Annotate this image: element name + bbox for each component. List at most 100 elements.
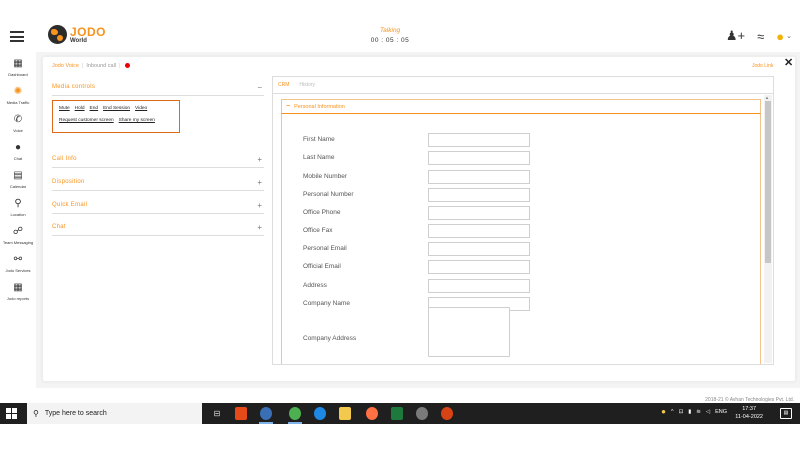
wifi-icon[interactable]: ≋ [696, 409, 701, 415]
nav-item-label: Calendar [9, 184, 27, 189]
globe-icon [48, 25, 67, 44]
media-row-2: Request customer screen Share my screen [59, 118, 173, 123]
teams-icon[interactable] [260, 407, 272, 420]
media-controls-title: Media controls [52, 84, 96, 90]
help-icon[interactable]: ● [661, 407, 666, 416]
vertical-scrollbar[interactable]: ▲ [764, 95, 772, 363]
nav-item[interactable]: ✺ Media Traffic [0, 86, 36, 105]
notification-icon[interactable]: ▤ [780, 408, 792, 419]
services-icon: ⚯ [13, 254, 23, 265]
taskbar-search[interactable]: ⚲ Type here to search [27, 403, 202, 424]
disposition-title: Disposition [52, 179, 85, 185]
nav-item-label: Voice [13, 128, 23, 133]
video-link[interactable]: Video [135, 106, 147, 111]
field-input[interactable] [428, 133, 530, 147]
wifi-icon[interactable]: ≈ [757, 29, 764, 44]
left-nav: ▦ Dashboard ✺ Media Traffic ✆ Voice ● Chat ▤ Cale… [0, 58, 36, 310]
hamburger-menu-icon[interactable] [10, 31, 24, 42]
excel-icon[interactable] [391, 407, 403, 420]
tab-history[interactable]: History [299, 82, 315, 88]
field-input[interactable] [428, 151, 530, 165]
field-input[interactable] [428, 307, 510, 357]
scroll-thumb[interactable] [765, 101, 771, 263]
field-input[interactable] [428, 170, 530, 184]
request-customer-screen-link[interactable]: Request customer screen [59, 118, 114, 123]
scroll-up-icon[interactable]: ▲ [765, 95, 769, 100]
chrome-icon[interactable] [289, 407, 301, 420]
powerpoint-icon[interactable] [441, 407, 453, 420]
accordion-disposition[interactable]: Disposition + [52, 174, 264, 191]
nav-item[interactable]: ▤ Calendar [0, 170, 36, 189]
windows-start-icon[interactable] [6, 408, 17, 419]
nav-item[interactable]: ✆ Voice [0, 114, 36, 133]
lightbulb-icon[interactable]: ● [776, 29, 784, 44]
tab-crm[interactable]: CRM [278, 82, 289, 88]
chevron-down-icon[interactable]: ⌄ [786, 32, 792, 40]
chat-icon: ● [14, 142, 22, 153]
dashboard-icon: ▦ [13, 58, 23, 69]
field-input[interactable] [428, 206, 530, 220]
accordion-chat[interactable]: Chat + [52, 219, 264, 236]
nav-item[interactable]: ⚲ Location [0, 198, 36, 217]
file-explorer-icon[interactable] [339, 407, 351, 420]
nav-item[interactable]: ⚯ Jodo Services [0, 254, 36, 273]
hold-link[interactable]: Hold [75, 106, 85, 111]
field-label: Office Phone [303, 209, 341, 216]
office-icon[interactable] [235, 407, 247, 420]
volume-icon[interactable]: ◁ [706, 409, 710, 415]
battery-icon[interactable]: ▮ [688, 409, 691, 415]
language-indicator[interactable]: ENG [715, 409, 727, 415]
accordion-call-info[interactable]: Call Info + [52, 151, 264, 168]
edge-icon[interactable] [314, 407, 326, 420]
crm-tabs: CRM History [272, 76, 774, 93]
collapse-icon[interactable]: − [257, 83, 262, 92]
nav-item-label: Chat [13, 156, 23, 161]
jodo-link[interactable]: Jodo Link [752, 63, 773, 69]
share-my-screen-link[interactable]: Share my screen [119, 118, 155, 123]
phone-icon: ✆ [13, 114, 23, 125]
nav-item-label: Dashboard [8, 72, 28, 77]
end-session-link[interactable]: End Session [103, 106, 130, 111]
personal-info-form: First Name Last Name Mobile Number Personal… [281, 114, 761, 364]
call-status: Talking 00 : 05 : 05 [360, 27, 420, 44]
field-label: Company Address [303, 335, 357, 342]
clock-date: 11-04-2022 [735, 413, 763, 420]
field-label: Address [303, 282, 327, 289]
expand-icon[interactable]: + [257, 178, 262, 187]
expand-icon[interactable]: + [257, 201, 262, 210]
app-logo: JODO World [48, 25, 106, 44]
nav-item[interactable]: ▦ Jodo reports [0, 282, 36, 301]
nav-item-label: Location [10, 212, 26, 217]
expand-icon[interactable]: + [257, 155, 262, 164]
task-view-icon[interactable]: ⊟ [211, 407, 223, 420]
call-type: Inbound call [86, 63, 117, 69]
expand-icon[interactable]: + [257, 223, 262, 232]
accordion-media-controls[interactable]: Media controls − [52, 79, 264, 96]
field-input[interactable] [428, 242, 530, 256]
chevron-up-icon[interactable]: ^ [671, 409, 674, 415]
mute-link[interactable]: Mute [59, 106, 70, 111]
nav-item[interactable]: ▦ Dashboard [0, 58, 36, 77]
add-user-icon[interactable]: ♟+ [726, 28, 745, 44]
accordion-quick-email[interactable]: Quick Email + [52, 197, 264, 214]
collapse-icon[interactable]: − [286, 103, 290, 110]
clock[interactable]: 17:37 11-04-2022 [735, 406, 763, 421]
logo-main-text: JODO [70, 24, 107, 39]
search-icon: ⚲ [33, 409, 39, 418]
firefox-icon[interactable] [366, 407, 378, 420]
chat-title: Chat [52, 224, 66, 230]
nav-item[interactable]: ● Chat [0, 142, 36, 161]
nav-item[interactable]: ☍ Team Messaging [0, 226, 36, 245]
personal-info-header[interactable]: − Personal Information [281, 99, 761, 114]
field-input[interactable] [428, 224, 530, 238]
field-label: Office Fax [303, 227, 333, 234]
network-icon[interactable]: ⊡ [679, 409, 684, 415]
field-label: Personal Number [303, 191, 354, 198]
field-input[interactable] [428, 188, 530, 202]
end-link[interactable]: End [90, 106, 99, 111]
close-icon[interactable]: ✕ [784, 56, 793, 69]
snipping-tool-icon[interactable] [416, 407, 428, 420]
location-icon: ⚲ [14, 198, 22, 209]
field-input[interactable] [428, 260, 530, 274]
field-input[interactable] [428, 279, 530, 293]
